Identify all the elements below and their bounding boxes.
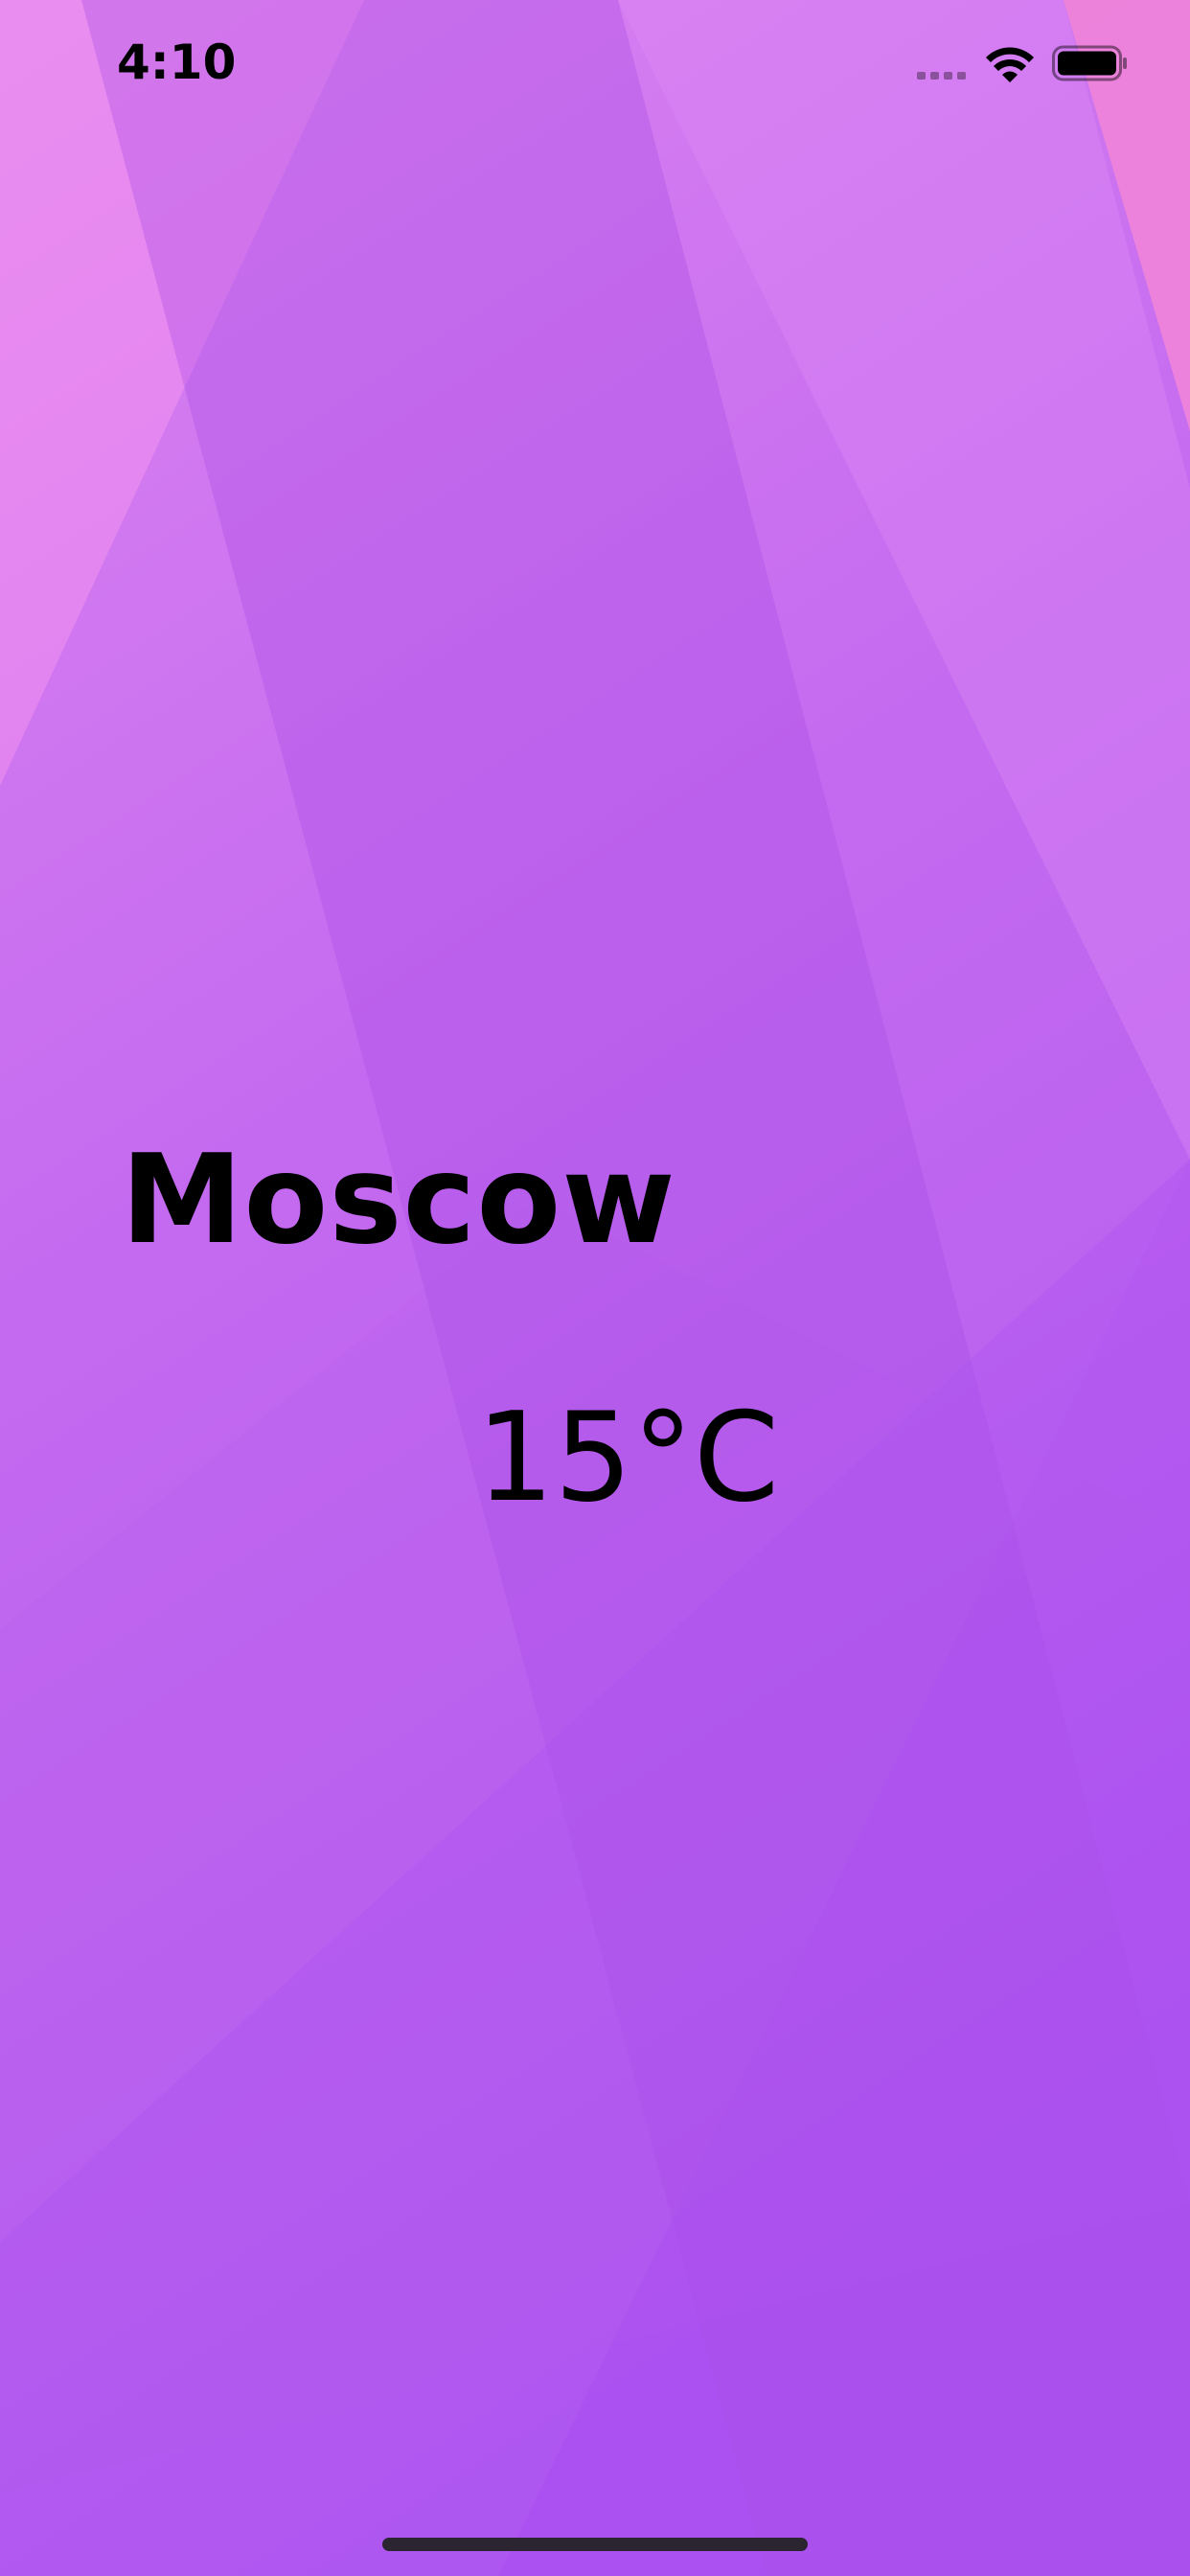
status-bar: 4:10	[0, 0, 1190, 134]
home-indicator[interactable]	[382, 2538, 808, 2551]
cellular-signal-icon	[917, 72, 966, 80]
temperature-value: 15°C	[476, 1387, 780, 1530]
background-gradient	[0, 0, 1190, 2576]
status-time: 4:10	[117, 34, 237, 90]
wifi-icon	[986, 47, 1034, 82]
battery-full-icon	[1052, 45, 1127, 81]
city-name: Moscow	[121, 1129, 676, 1272]
